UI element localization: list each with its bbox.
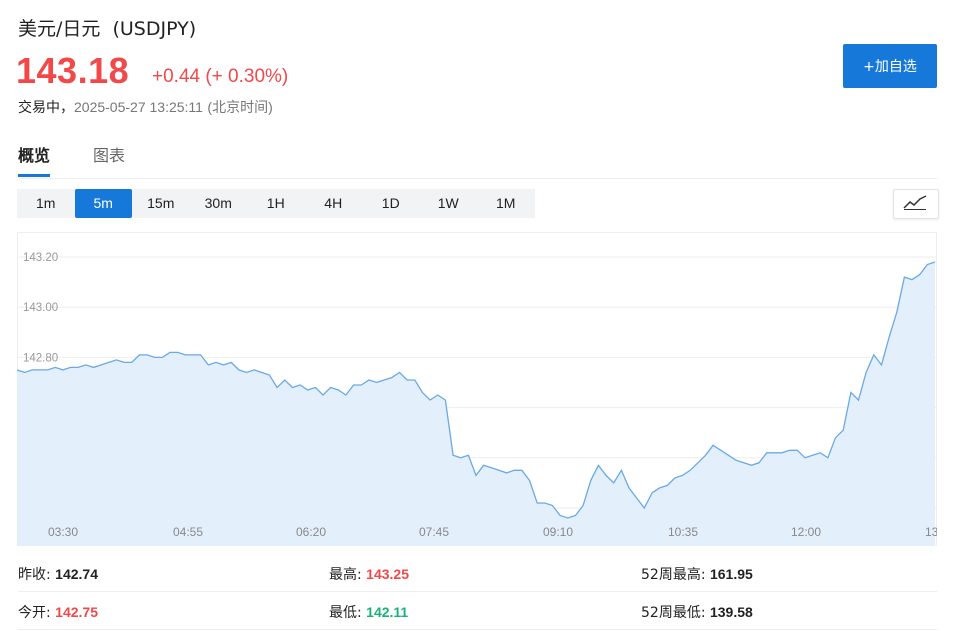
stat-prev-close: 昨收: 142.74: [18, 564, 98, 584]
y-tick-label: 143.20: [23, 252, 58, 264]
x-tick-label: 10:35: [668, 525, 698, 539]
tab-divider: [18, 178, 937, 179]
stats-row: 今开: 142.75 最低: 142.11 52周最低: 139.58: [18, 591, 937, 630]
stat-value: 142.11: [366, 604, 409, 620]
price-chart-svg: 143.20143.00142.80142.60142.40142.2003:3…: [17, 232, 937, 546]
stat-52w-low: 52周最低: 139.58: [641, 602, 753, 622]
interval-1m[interactable]: 1m: [17, 189, 75, 218]
stat-label: 52周最低:: [641, 605, 706, 621]
add-to-watchlist-button[interactable]: +加自选: [843, 44, 937, 88]
stat-52w-high: 52周最高: 161.95: [641, 564, 753, 584]
price-chart: 143.20143.00142.80142.60142.40142.2003:3…: [17, 232, 937, 546]
status-timezone: (北京时间): [207, 99, 273, 115]
tab-overview[interactable]: 概览: [18, 142, 51, 177]
x-tick-label: 03:30: [48, 525, 78, 539]
x-tick-label: 13:2: [925, 525, 937, 539]
chart-type-toggle-button[interactable]: [893, 189, 939, 219]
status-time: 2025-05-27 13:25:11: [74, 99, 203, 115]
stat-high: 最高: 143.25: [329, 564, 409, 584]
price-change: +0.44 (+ 0.30%): [152, 66, 289, 87]
interval-1w[interactable]: 1W: [420, 189, 478, 218]
stat-value: 161.95: [709, 566, 753, 582]
stat-value: 142.74: [55, 566, 98, 582]
stat-label: 昨收:: [18, 567, 51, 583]
y-tick-label: 143.00: [23, 302, 58, 314]
x-tick-label: 07:45: [419, 525, 449, 539]
interval-5m[interactable]: 5m: [74, 189, 132, 218]
status-label: 交易中，: [18, 100, 74, 116]
interval-selector: 1m 5m 15m 30m 1H 4H 1D 1W 1M: [17, 189, 535, 218]
y-tick-label: 142.80: [23, 352, 58, 364]
stats-row: 昨收: 142.74 最高: 143.25 52周最高: 161.95: [18, 553, 937, 592]
stat-label: 最低:: [329, 605, 362, 621]
stat-value: 139.58: [709, 604, 753, 620]
price-area: [17, 262, 935, 546]
stat-open: 今开: 142.75: [18, 602, 98, 622]
stat-low: 最低: 142.11: [329, 602, 408, 622]
trading-status: 交易中，2025-05-27 13:25:11 (北京时间): [18, 97, 273, 117]
x-tick-label: 12:00: [791, 525, 821, 539]
current-price: 143.18: [16, 50, 130, 91]
instrument-title: 美元/日元 (USDJPY): [18, 14, 196, 41]
tab-chart[interactable]: 图表: [93, 142, 125, 174]
interval-1h[interactable]: 1H: [247, 189, 305, 218]
x-tick-label: 09:10: [543, 525, 573, 539]
interval-1d[interactable]: 1D: [362, 189, 420, 218]
x-tick-label: 06:20: [296, 525, 326, 539]
line-chart-icon: [903, 195, 927, 210]
interval-4h[interactable]: 4H: [305, 189, 363, 218]
stat-label: 今开:: [18, 605, 51, 621]
interval-30m[interactable]: 30m: [190, 189, 248, 218]
x-tick-label: 04:55: [173, 525, 203, 539]
stat-label: 最高:: [329, 567, 362, 583]
stat-label: 52周最高:: [641, 567, 706, 583]
instrument-name: 美元/日元: [18, 18, 101, 40]
stat-value: 142.75: [55, 604, 98, 620]
interval-1mo[interactable]: 1M: [477, 189, 535, 218]
interval-15m[interactable]: 15m: [132, 189, 190, 218]
instrument-symbol: (USDJPY): [112, 18, 197, 40]
stat-value: 143.25: [366, 566, 409, 582]
